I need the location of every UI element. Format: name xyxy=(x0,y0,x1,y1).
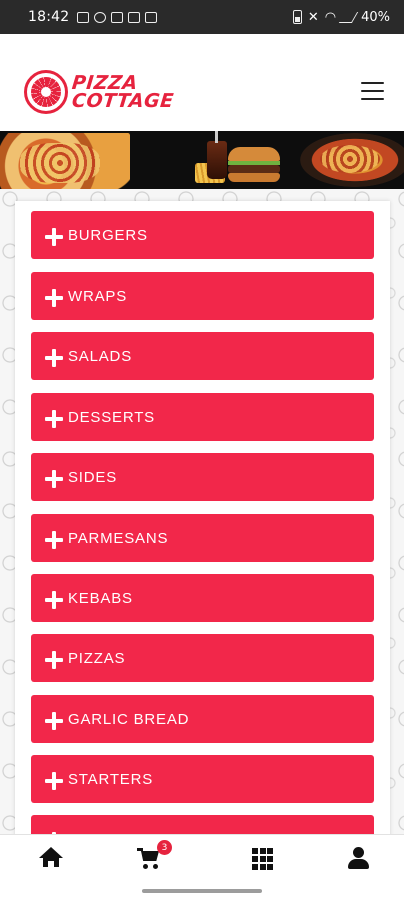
notification-icons xyxy=(77,11,158,23)
pizza-image xyxy=(0,133,130,189)
battery-percent: 40% xyxy=(361,9,390,25)
home-icon[interactable] xyxy=(38,847,64,871)
category-label: DESSERTS xyxy=(68,408,155,426)
image-icon xyxy=(145,11,158,23)
status-right: ✕ ◠ 40% xyxy=(292,9,390,25)
pizza-pan-image xyxy=(300,133,404,187)
status-bar: 18:42 ✕ ◠ 40% xyxy=(0,0,404,34)
battery-saver-icon xyxy=(292,10,302,24)
category-salads[interactable]: SALADS xyxy=(31,332,374,380)
plus-icon xyxy=(45,470,63,488)
pizza-logo-icon xyxy=(24,70,68,114)
category-label: KEBABS xyxy=(68,589,133,607)
category-label: SIDES xyxy=(68,468,118,486)
plus-icon xyxy=(45,349,63,367)
category-label: BURGERS xyxy=(68,226,148,244)
plus-icon xyxy=(45,410,63,428)
plus-icon xyxy=(45,712,63,730)
mute-icon: ✕ xyxy=(307,9,319,25)
category-label: GARLIC BREAD xyxy=(68,710,190,728)
plus-icon xyxy=(45,772,63,790)
message-icon xyxy=(77,11,90,23)
pizza-cottage-logo[interactable]: PIZZA COTTAGE xyxy=(24,70,175,114)
gallery-icon xyxy=(128,11,141,23)
menu-categories-card: BURGERS WRAPS SALADS DESSERTS SIDES PARM… xyxy=(15,201,390,841)
category-label: PARMESANS xyxy=(68,529,169,547)
plus-icon xyxy=(45,591,63,609)
cart-count-badge: 3 xyxy=(157,840,172,855)
category-kebabs[interactable]: KEBABS xyxy=(31,574,374,622)
food-banner xyxy=(0,131,404,189)
logo-text: PIZZA COTTAGE xyxy=(70,72,175,112)
category-label: WRAPS xyxy=(68,287,128,305)
system-gesture-bar xyxy=(0,882,404,900)
bottom-navigation: 3 xyxy=(0,834,404,882)
category-starters[interactable]: STARTERS xyxy=(31,755,374,803)
category-label: STARTERS xyxy=(68,770,154,788)
hamburger-menu-icon[interactable] xyxy=(361,82,384,100)
drink-image xyxy=(207,131,227,179)
burger-image xyxy=(228,147,280,183)
logo-line-2: COTTAGE xyxy=(70,90,175,112)
wifi-icon: ◠ xyxy=(324,9,337,25)
category-sides[interactable]: SIDES xyxy=(31,453,374,501)
grid-icon[interactable] xyxy=(252,847,278,871)
category-wraps[interactable]: WRAPS xyxy=(31,272,374,320)
plus-icon xyxy=(45,228,63,246)
signal-icon xyxy=(338,11,359,23)
category-parmesans[interactable]: PARMESANS xyxy=(31,514,374,562)
user-icon[interactable] xyxy=(346,847,372,871)
home-gesture-pill[interactable] xyxy=(142,889,262,893)
plus-icon xyxy=(45,289,63,307)
mail-icon xyxy=(111,11,124,23)
category-garlic-bread[interactable]: GARLIC BREAD xyxy=(31,695,374,743)
plus-icon xyxy=(45,651,63,669)
category-burgers[interactable]: BURGERS xyxy=(31,211,374,259)
plus-icon xyxy=(45,531,63,549)
category-label: SALADS xyxy=(68,347,132,365)
app-header: PIZZA COTTAGE xyxy=(0,34,404,131)
category-desserts[interactable]: DESSERTS xyxy=(31,393,374,441)
status-time: 18:42 xyxy=(28,9,70,25)
category-label: PIZZAS xyxy=(68,649,126,667)
sync-icon xyxy=(94,11,107,23)
category-pizzas[interactable]: PIZZAS xyxy=(31,634,374,682)
